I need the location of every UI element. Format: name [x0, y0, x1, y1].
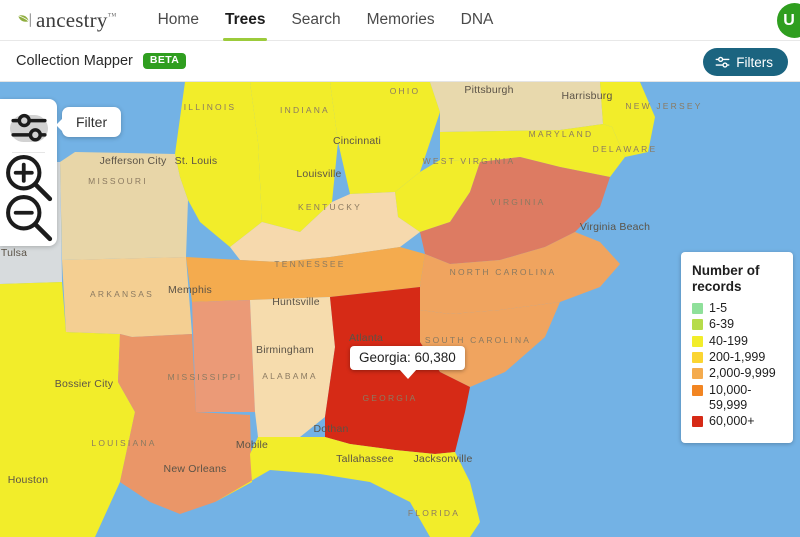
user-avatar[interactable]: U — [777, 3, 800, 38]
legend-item[interactable]: 6-39 — [692, 317, 783, 332]
legend-item[interactable]: 10,000-59,999 — [692, 383, 783, 414]
state-arkansas[interactable] — [62, 257, 192, 337]
page-title: Collection Mapper — [16, 53, 133, 69]
nav-item-memories[interactable]: Memories — [367, 0, 435, 41]
legend-label: 2,000-9,999 — [709, 366, 776, 381]
legend-item[interactable]: 200-1,999 — [692, 350, 783, 365]
state-pennsylvania[interactable] — [430, 82, 603, 132]
sliders-icon — [715, 56, 730, 68]
legend-swatch — [692, 351, 703, 363]
legend-item[interactable]: 60,000+ — [692, 414, 783, 429]
ancestry-logo[interactable]: ancestry™ — [16, 7, 117, 32]
legend-swatch — [692, 368, 703, 380]
filters-button[interactable]: Filters — [703, 48, 788, 76]
filter-tooltip: Filter — [55, 107, 122, 137]
legend-label: 10,000-59,999 — [709, 382, 752, 413]
map-svg: ILLINOIS INDIANAOHIOMISSOURIKENTUCKYWEST … — [0, 82, 800, 537]
collection-map[interactable]: ILLINOIS INDIANA OHIO MISSOURI KENTUCKY WEST … — [0, 82, 800, 537]
legend-item[interactable]: 40-199 — [692, 334, 783, 349]
legend-title: Number of records — [692, 263, 760, 294]
nav-item-trees[interactable]: Trees — [222, 0, 267, 41]
legend-label: 1-5 — [709, 300, 728, 315]
legend-swatch — [692, 302, 703, 314]
state-alabama[interactable] — [250, 297, 335, 437]
primary-nav: Home Trees Search Memories DNA — [158, 0, 520, 41]
legend-item[interactable]: 1-5 — [692, 301, 783, 316]
map-legend: Number of records 1-5 6-39 40-199 200-1,999… — [681, 252, 793, 443]
legend-items: 1-5 6-39 40-199 200-1,999 2,000-9,999 10,000-… — [692, 301, 783, 430]
state-missouri[interactable] — [60, 152, 188, 260]
filter-tooltip-label: Filter — [76, 114, 108, 130]
legend-swatch — [692, 384, 703, 396]
nav-item-search[interactable]: Search — [291, 0, 340, 41]
avatar-initial: U — [783, 11, 795, 29]
beta-badge: BETA — [142, 53, 187, 69]
legend-item[interactable]: 2,000-9,999 — [692, 366, 783, 381]
legend-swatch — [692, 319, 703, 331]
nav-item-home[interactable]: Home — [158, 0, 199, 41]
zoom-out-icon — [6, 194, 53, 241]
legend-label: 40-199 — [709, 333, 748, 348]
trademark-symbol: ™ — [107, 10, 117, 21]
nav-item-dna[interactable]: DNA — [461, 0, 494, 41]
top-navigation-bar: ancestry™ Home Trees Search Memories DNA… — [0, 0, 800, 41]
legend-swatch — [692, 416, 703, 428]
legend-label: 6-39 — [709, 317, 735, 332]
map-controls-panel — [0, 99, 57, 246]
state-mississippi[interactable] — [192, 300, 255, 412]
region-tooltip-text: Georgia: 60,380 — [359, 350, 456, 365]
region-tooltip: Georgia: 60,380 — [350, 346, 465, 379]
leaf-icon — [18, 12, 31, 27]
filters-label: Filters — [736, 54, 773, 70]
logo-wordmark: ancestry™ — [36, 7, 117, 32]
legend-label: 200-1,999 — [709, 349, 766, 364]
map-zoom-out-button[interactable] — [0, 194, 57, 241]
legend-swatch — [692, 335, 703, 347]
sub-header: Collection Mapper BETA Filters — [0, 41, 800, 82]
legend-label: 60,000+ — [709, 414, 755, 429]
